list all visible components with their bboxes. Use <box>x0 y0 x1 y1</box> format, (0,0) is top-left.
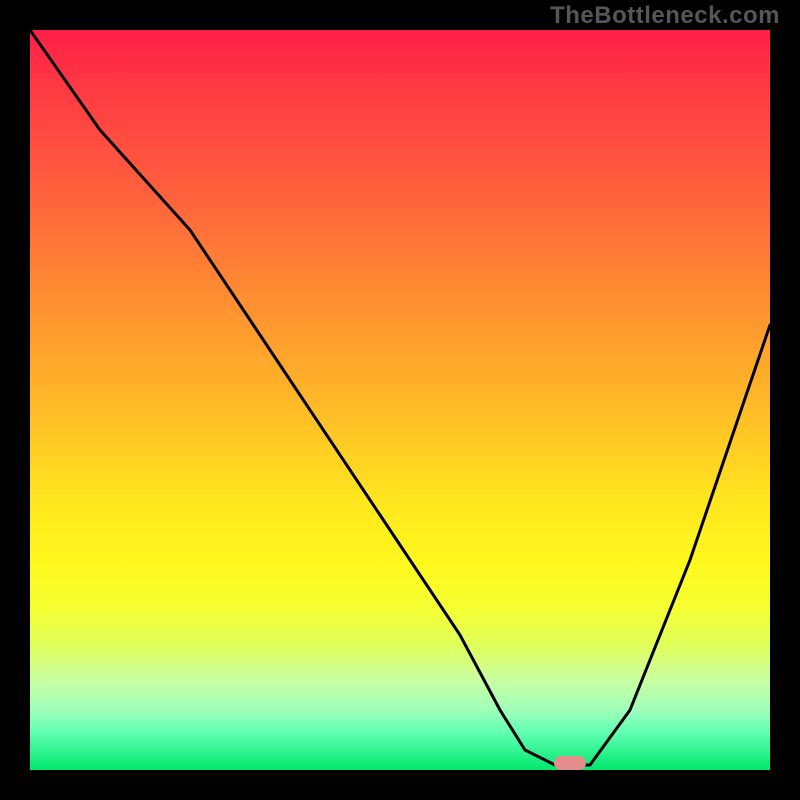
plot-area <box>30 30 770 770</box>
chart-frame: TheBottleneck.com <box>0 0 800 800</box>
bottleneck-curve <box>30 30 770 770</box>
optimal-marker <box>554 756 586 770</box>
watermark-text: TheBottleneck.com <box>550 2 780 30</box>
